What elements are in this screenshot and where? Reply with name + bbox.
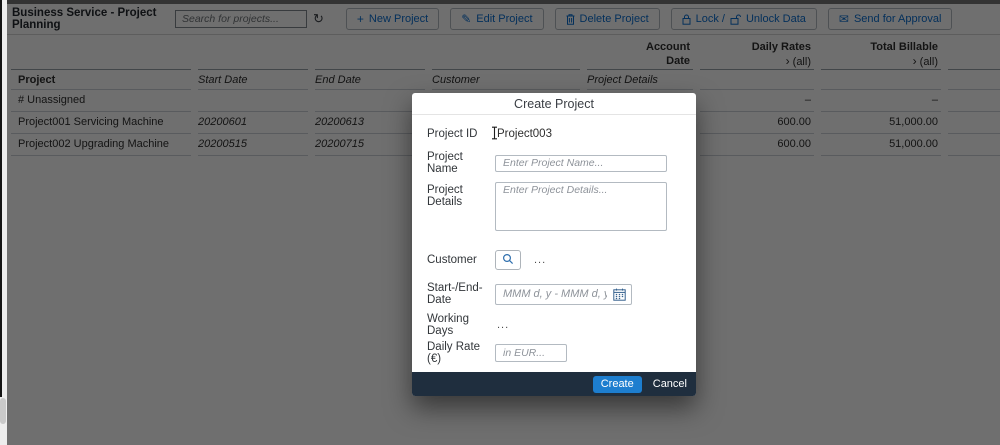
text-cursor-icon <box>491 126 498 143</box>
working-days-value: ... <box>497 319 510 331</box>
project-name-label: Project Name <box>427 151 463 175</box>
project-name-row: Project Name <box>427 151 681 175</box>
project-name-input[interactable] <box>495 154 667 172</box>
project-id-label: Project ID <box>427 128 478 140</box>
project-details-label: Project Details <box>427 184 463 208</box>
scrollbar-thumb[interactable] <box>0 398 6 424</box>
project-details-row: Project Details <box>427 182 681 234</box>
calendar-icon[interactable] <box>613 288 626 304</box>
project-details-textarea[interactable] <box>495 182 667 231</box>
window-edge-line <box>0 0 2 397</box>
daily-rate-row: Daily Rate (€) <box>427 341 681 365</box>
dialog-title: Create Project <box>412 93 696 115</box>
date-range-input[interactable] <box>495 283 632 305</box>
working-days-label: Working Days <box>427 313 469 337</box>
cancel-button[interactable]: Cancel <box>653 378 687 390</box>
daily-rate-input[interactable] <box>495 344 567 362</box>
create-button[interactable]: Create <box>592 375 642 393</box>
customer-row: Customer ... <box>427 250 681 270</box>
window-gutter <box>0 0 7 445</box>
dialog-body: Project ID Project003 Project Name Proje… <box>412 125 696 396</box>
customer-value-help-button[interactable] <box>495 250 521 270</box>
create-project-dialog: Create Project Project ID Project003 Pro… <box>412 93 696 396</box>
dialog-footer: Create Cancel <box>412 372 696 396</box>
search-icon <box>502 253 514 268</box>
date-range-label: Start-/End-Date <box>427 282 483 306</box>
date-range-row: Start-/End-Date <box>427 282 681 306</box>
customer-label: Customer <box>427 254 477 266</box>
working-days-row: Working Days ... <box>427 313 681 337</box>
project-id-value: Project003 <box>492 126 552 140</box>
customer-value: ... <box>534 254 547 266</box>
daily-rate-label: Daily Rate (€) <box>427 341 481 365</box>
project-id-row: Project ID Project003 <box>427 125 681 143</box>
